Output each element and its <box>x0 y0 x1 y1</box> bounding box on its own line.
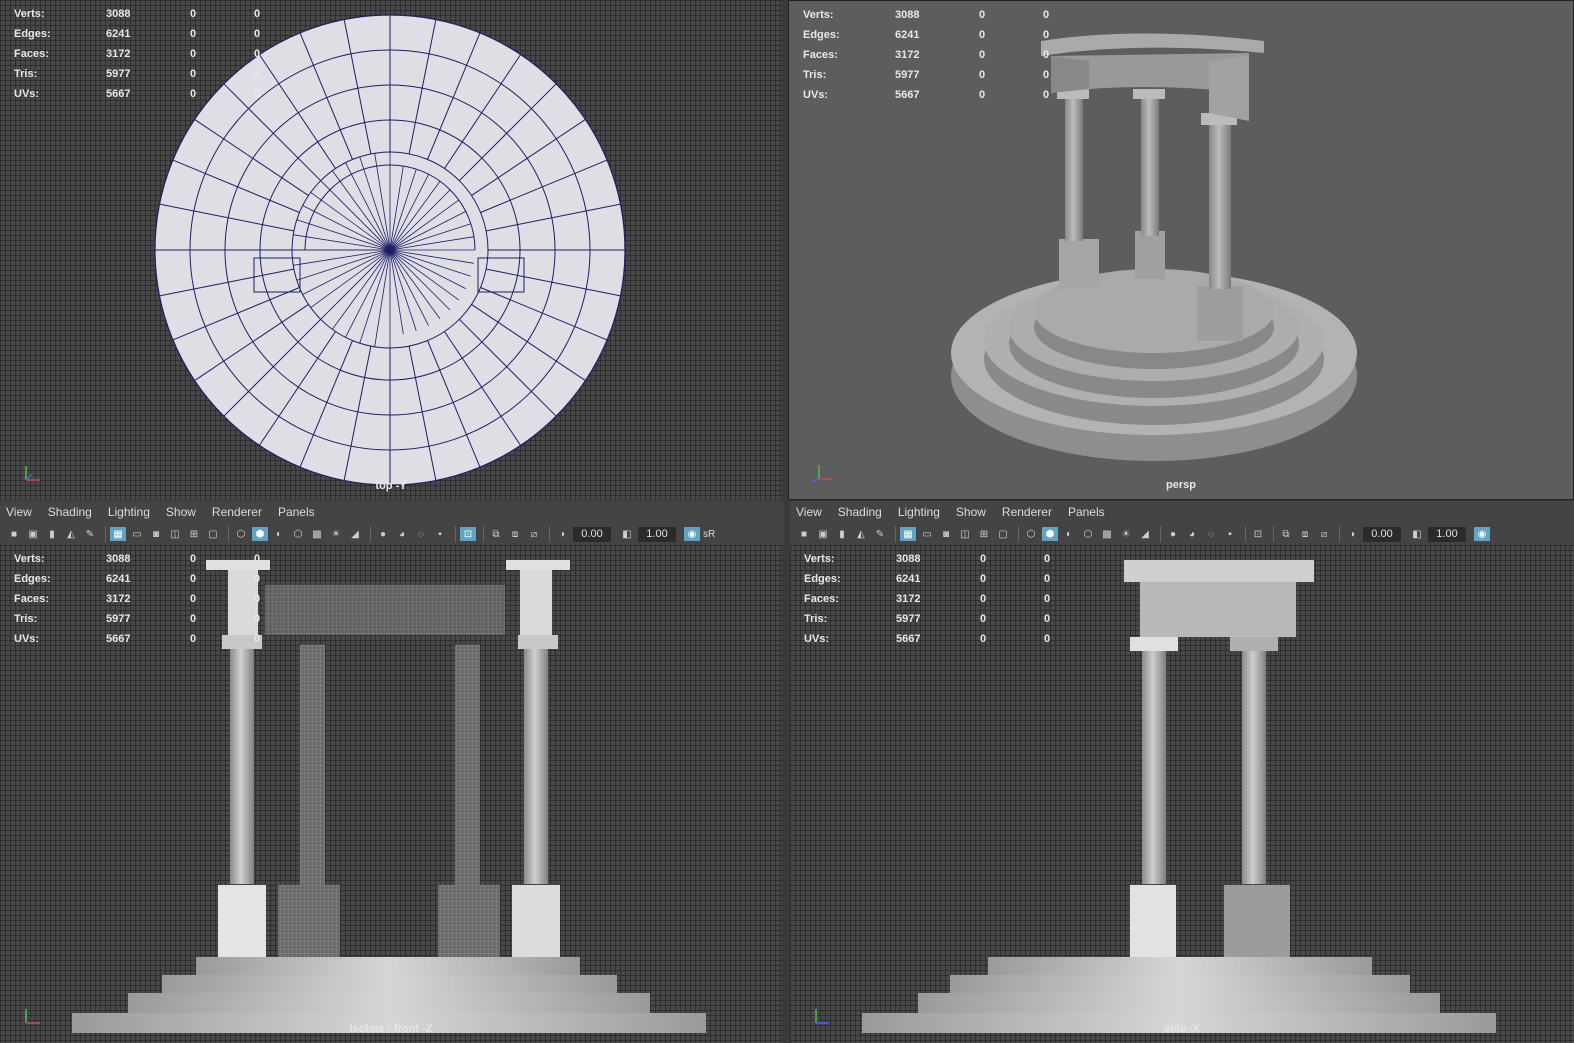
motion-blur-icon[interactable]: ⧈ <box>1297 527 1313 541</box>
exposure-field[interactable]: 0.00 <box>1363 526 1401 542</box>
bookmark-icon[interactable]: ▮ <box>834 527 850 541</box>
panel-toolbar-left: View Shading Lighting Show Renderer Pane… <box>0 501 784 545</box>
exposure-field[interactable]: 0.00 <box>573 526 611 542</box>
safe-action-icon[interactable]: ▢ <box>205 527 221 541</box>
smooth-shade-icon[interactable]: ⬢ <box>1042 527 1058 541</box>
smooth-shade-icon[interactable]: ⬢ <box>252 527 268 541</box>
lights-icon[interactable]: ☀ <box>328 527 344 541</box>
film-gate-icon[interactable]: ▭ <box>129 527 145 541</box>
menu-panels[interactable]: Panels <box>1068 505 1105 519</box>
grid-icon[interactable]: ▦ <box>900 527 916 541</box>
camera-label: side -X <box>1163 1023 1201 1035</box>
textured-icon[interactable]: ▩ <box>1099 527 1115 541</box>
xray-active-icon[interactable]: ◌ <box>413 527 429 541</box>
viewport-top[interactable]: Verts: 3088 0 0 Edges: 6241 0 0 Faces: 3172 0 0 T… <box>0 0 782 500</box>
field-chart-icon[interactable]: ⊞ <box>976 527 992 541</box>
exposure-icon[interactable]: ◑ <box>554 527 570 541</box>
image-plane-icon[interactable]: ◭ <box>853 527 869 541</box>
film-gate-icon[interactable]: ▭ <box>919 527 935 541</box>
menu-lighting[interactable]: Lighting <box>108 505 150 519</box>
safe-action-icon[interactable]: ▢ <box>995 527 1011 541</box>
wireframe-icon[interactable]: ⬡ <box>1023 527 1039 541</box>
grid-icon[interactable]: ▦ <box>110 527 126 541</box>
bookmark-icon[interactable]: ▮ <box>44 527 60 541</box>
resolution-gate-icon[interactable]: ◙ <box>938 527 954 541</box>
xray-joints-icon[interactable]: ◕ <box>394 527 410 541</box>
menu-view[interactable]: View <box>6 505 32 519</box>
backface-icon[interactable]: ▪ <box>432 527 448 541</box>
xray-icon[interactable]: ● <box>1165 527 1181 541</box>
camera-attr-icon[interactable]: ▣ <box>815 527 831 541</box>
shadows-icon[interactable]: ◢ <box>347 527 363 541</box>
gamma-icon[interactable]: ◧ <box>1409 527 1425 541</box>
default-material-icon[interactable]: ◐ <box>271 527 287 541</box>
panel-toolbar-right: View Shading Lighting Show Renderer Pane… <box>790 501 1574 545</box>
anti-alias-icon[interactable]: ⧄ <box>526 527 542 541</box>
gate-mask-icon[interactable]: ◫ <box>167 527 183 541</box>
gamma-field[interactable]: 1.00 <box>638 526 676 542</box>
motion-blur-icon[interactable]: ⧈ <box>507 527 523 541</box>
camera-icon[interactable]: ■ <box>6 527 22 541</box>
poly-count-hud: Verts: 3088 0 0 Edges: 6241 0 0 Faces: 3172 0 0 T… <box>804 553 1051 645</box>
poly-count-hud: Verts: 3088 0 0 Edges: 6241 0 0 Faces: 3172 0 0 T… <box>803 9 1050 101</box>
viewport-side[interactable]: Verts: 3088 0 0 Edges: 6241 0 0 Faces: 3172 0 0 T… <box>790 545 1574 1043</box>
default-material-icon[interactable]: ◐ <box>1061 527 1077 541</box>
gamma-icon[interactable]: ◧ <box>619 527 635 541</box>
gate-mask-icon[interactable]: ◫ <box>957 527 973 541</box>
isolate-select-icon[interactable]: ⊡ <box>1250 527 1266 541</box>
menu-show[interactable]: Show <box>166 505 196 519</box>
ambient-occlusion-icon[interactable]: ⧉ <box>488 527 504 541</box>
pan-zoom-icon[interactable]: ✎ <box>872 527 888 541</box>
wireframe-icon[interactable]: ⬡ <box>233 527 249 541</box>
color-management-icon[interactable]: ◉ <box>684 527 700 541</box>
gamma-field[interactable]: 1.00 <box>1428 526 1466 542</box>
camera-attr-icon[interactable]: ▣ <box>25 527 41 541</box>
pan-zoom-icon[interactable]: ✎ <box>82 527 98 541</box>
isolate-select-icon[interactable]: ⊡ <box>460 527 476 541</box>
xray-icon[interactable]: ● <box>375 527 391 541</box>
image-plane-icon[interactable]: ◭ <box>63 527 79 541</box>
menu-renderer[interactable]: Renderer <box>1002 505 1052 519</box>
shadows-icon[interactable]: ◢ <box>1137 527 1153 541</box>
lights-icon[interactable]: ☀ <box>1118 527 1134 541</box>
xray-joints-icon[interactable]: ◕ <box>1184 527 1200 541</box>
poly-count-hud: Verts: 3088 0 0 Edges: 6241 0 0 Faces: 3172 0 0 T… <box>14 8 261 100</box>
wireframe-on-shaded-icon[interactable]: ⬡ <box>1080 527 1096 541</box>
menu-show[interactable]: Show <box>956 505 986 519</box>
color-management-icon[interactable]: ◉ <box>1474 527 1490 541</box>
camera-label: top -Y <box>375 480 407 492</box>
wireframe-on-shaded-icon[interactable]: ⬡ <box>290 527 306 541</box>
menu-renderer[interactable]: Renderer <box>212 505 262 519</box>
anti-alias-icon[interactable]: ⧄ <box>1316 527 1332 541</box>
exposure-icon[interactable]: ◑ <box>1344 527 1360 541</box>
camera-label: persp <box>1166 479 1196 491</box>
viewport-front[interactable]: Verts: 3088 0 0 Edges: 6241 0 0 Faces: 3172 0 0 T… <box>0 545 782 1043</box>
menu-shading[interactable]: Shading <box>838 505 882 519</box>
menu-lighting[interactable]: Lighting <box>898 505 940 519</box>
camera-icon[interactable]: ■ <box>796 527 812 541</box>
viewport-persp[interactable]: Verts: 3088 0 0 Edges: 6241 0 0 Faces: 3172 0 0 T… <box>788 0 1574 500</box>
xray-active-icon[interactable]: ◌ <box>1203 527 1219 541</box>
ambient-occlusion-icon[interactable]: ⧉ <box>1278 527 1294 541</box>
textured-icon[interactable]: ▩ <box>309 527 325 541</box>
menu-view[interactable]: View <box>796 505 822 519</box>
menu-shading[interactable]: Shading <box>48 505 92 519</box>
menu-panels[interactable]: Panels <box>278 505 315 519</box>
field-chart-icon[interactable]: ⊞ <box>186 527 202 541</box>
backface-icon[interactable]: ▪ <box>1222 527 1238 541</box>
resolution-gate-icon[interactable]: ◙ <box>148 527 164 541</box>
view-transform-label[interactable]: sR <box>703 529 715 540</box>
poly-count-hud: Verts: 3088 0 0 Edges: 6241 0 0 Faces: 3172 0 0 T… <box>14 553 261 645</box>
camera-label: Isolate : front -Z <box>349 1023 433 1035</box>
